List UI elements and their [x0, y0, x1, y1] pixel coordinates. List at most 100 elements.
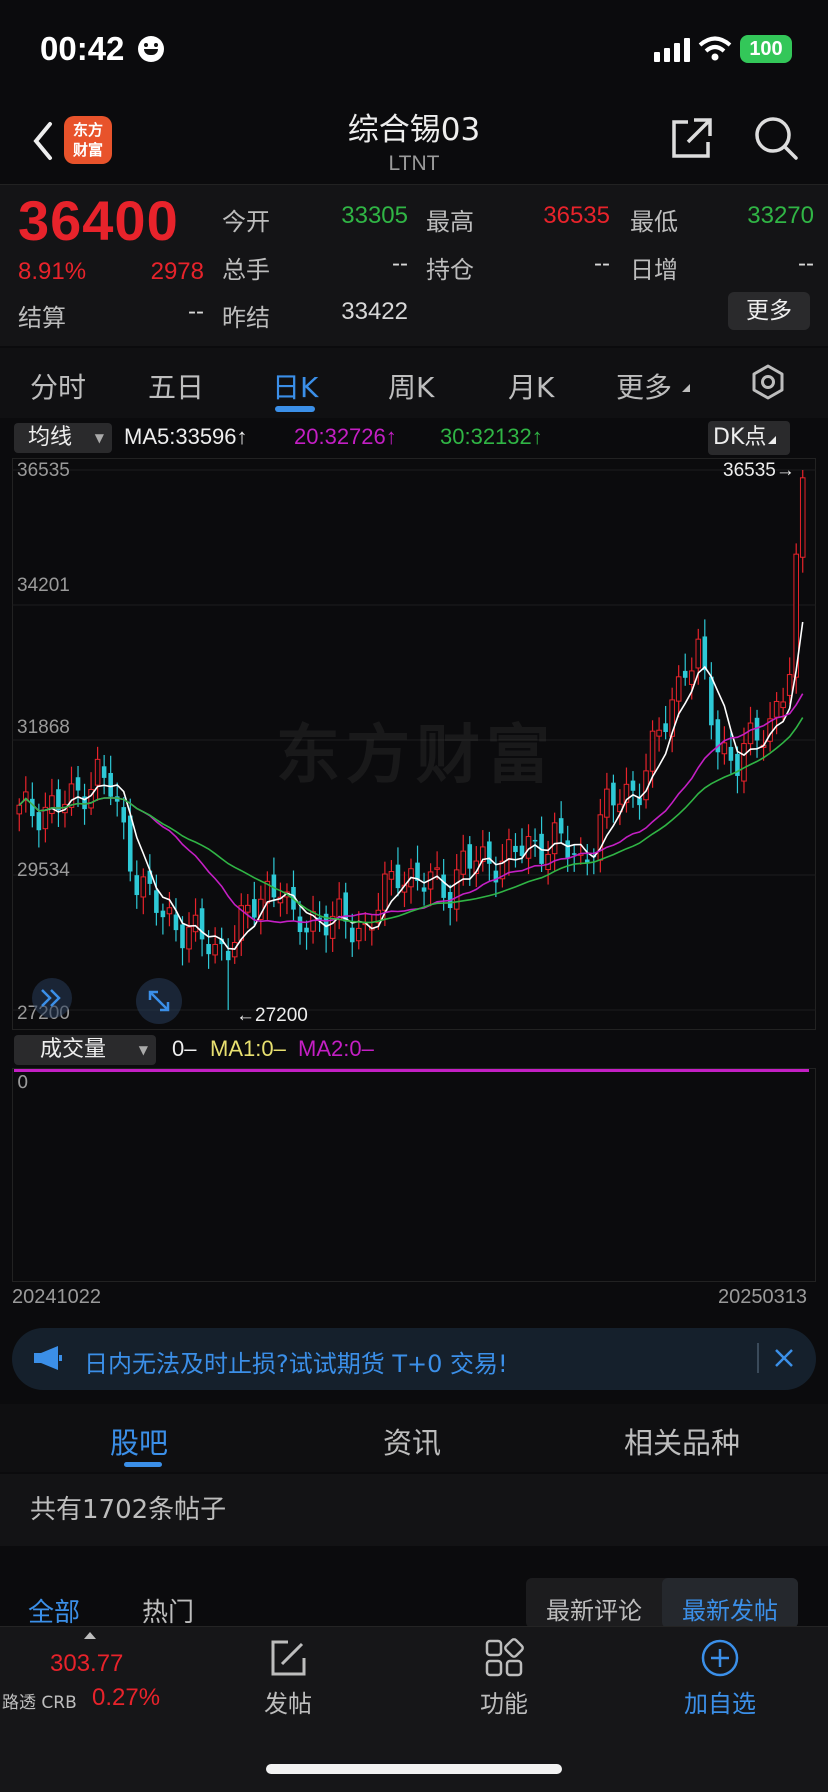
- candle: [480, 830, 486, 872]
- candle: [623, 767, 630, 813]
- ticker-value[interactable]: 303.77: [50, 1650, 123, 1678]
- candle: [453, 854, 460, 922]
- indicator-select[interactable]: 均线 ▼: [14, 423, 112, 453]
- candle: [741, 727, 747, 794]
- start-date-label: 20241022: [12, 1286, 101, 1308]
- candle: [584, 844, 590, 876]
- add-watchlist-button[interactable]: 加自选: [670, 1684, 770, 1719]
- candle: [473, 846, 480, 888]
- field-label-low: 最低: [630, 208, 678, 236]
- candle: [669, 687, 675, 753]
- fullscreen-icon[interactable]: [136, 978, 182, 1024]
- field-label-daily-increase: 日增: [630, 256, 678, 284]
- home-indicator: [266, 1764, 562, 1774]
- candle: [799, 470, 806, 573]
- min-price-label: ←27200: [236, 1005, 308, 1026]
- tab-daily-k[interactable]: 日K: [272, 366, 318, 406]
- field-value-daily-increase: --: [798, 250, 814, 277]
- ma30-legend: 30:32132↑: [440, 424, 543, 449]
- filter-all[interactable]: 全部: [28, 1592, 80, 1629]
- candle: [415, 845, 420, 891]
- more-button[interactable]: 更多: [728, 292, 810, 330]
- tab-monthly-k[interactable]: 月K: [508, 366, 554, 406]
- function-button[interactable]: 功能: [454, 1684, 554, 1719]
- last-price: 36400: [18, 189, 179, 252]
- tab-related[interactable]: 相关品种: [624, 1420, 740, 1462]
- settings-icon[interactable]: [750, 364, 786, 400]
- candle: [68, 766, 75, 816]
- candle: [611, 774, 616, 823]
- candle: [715, 710, 721, 770]
- filter-hot[interactable]: 热门: [142, 1592, 194, 1629]
- candle: [682, 653, 688, 686]
- ma5-legend: MA5:33596↑: [124, 424, 248, 449]
- tab-intraday[interactable]: 分时: [30, 366, 86, 406]
- post-button[interactable]: 发帖: [238, 1684, 338, 1719]
- candle: [323, 905, 329, 953]
- candle: [597, 798, 604, 873]
- candle: [264, 871, 271, 920]
- field-label-open-interest: 持仓: [426, 256, 474, 284]
- tab-forum[interactable]: 股吧: [110, 1420, 168, 1462]
- candle: [388, 860, 395, 896]
- candle: [460, 834, 467, 886]
- ticker-percent[interactable]: 0.27%: [92, 1684, 160, 1712]
- candle: [244, 893, 251, 929]
- sort-latest-comment[interactable]: 最新评论: [546, 1591, 642, 1626]
- candle: [539, 816, 544, 872]
- candle: [304, 920, 309, 950]
- tab-weekly-k[interactable]: 周K: [388, 366, 434, 406]
- apps-icon[interactable]: [484, 1638, 524, 1678]
- price-tick: 31868: [17, 717, 70, 738]
- search-icon[interactable]: [752, 114, 800, 162]
- candle: [447, 884, 453, 926]
- candle: [121, 797, 127, 840]
- change-amount: 2978: [150, 258, 204, 285]
- price-tick: 29534: [17, 860, 70, 881]
- tab-news[interactable]: 资讯: [383, 1420, 441, 1462]
- tab-more-caret-icon: [682, 384, 690, 392]
- candle: [571, 844, 577, 872]
- active-section-indicator: [124, 1462, 162, 1467]
- edit-icon[interactable]: [268, 1638, 308, 1678]
- ma20-legend: 20:32726↑: [294, 424, 397, 449]
- volume-value: 0–: [172, 1036, 197, 1061]
- candle: [421, 872, 427, 906]
- field-value-open: 33305: [341, 202, 408, 229]
- volume-ma-line: [14, 1069, 809, 1072]
- price-tick: 34201: [17, 575, 70, 596]
- change-percent: 8.91%: [18, 258, 87, 285]
- field-value-high: 36535: [543, 202, 610, 229]
- banner-divider: [757, 1343, 759, 1373]
- watermark: 东方财富: [276, 719, 556, 793]
- candle: [487, 831, 492, 881]
- volume-indicator-select[interactable]: 成交量 ▼: [14, 1035, 156, 1065]
- max-price-label: 36535→: [723, 460, 795, 481]
- candle: [643, 753, 649, 809]
- candle: [408, 858, 414, 904]
- candle: [42, 792, 49, 843]
- candle: [630, 771, 636, 808]
- active-tab-indicator: [275, 406, 315, 412]
- add-watchlist-icon[interactable]: [700, 1638, 740, 1678]
- ticker-name[interactable]: 路透 CRB: [2, 1688, 77, 1713]
- sort-latest-post[interactable]: 最新发帖: [682, 1591, 778, 1626]
- expand-icon[interactable]: [32, 978, 72, 1018]
- candle: [663, 705, 668, 740]
- candle: [173, 898, 179, 942]
- share-icon[interactable]: [668, 116, 714, 162]
- tab-more[interactable]: 更多: [616, 366, 672, 406]
- price-tick: 36535: [17, 460, 70, 481]
- candle: [56, 779, 61, 827]
- dk-point-button[interactable]: DK点: [708, 421, 790, 455]
- field-value-prev-settlement: 33422: [341, 298, 408, 325]
- close-icon[interactable]: [772, 1346, 796, 1370]
- candle: [343, 882, 348, 939]
- volume-chart[interactable]: [12, 1068, 816, 1282]
- ticker-up-icon: [84, 1632, 96, 1639]
- cellular-signal-icon: [654, 38, 690, 62]
- candle: [427, 863, 434, 907]
- promo-text[interactable]: 日内无法及时止损?试试期货 T+0 交易!: [84, 1344, 508, 1379]
- candle: [134, 860, 140, 909]
- tab-five-day[interactable]: 五日: [148, 366, 204, 406]
